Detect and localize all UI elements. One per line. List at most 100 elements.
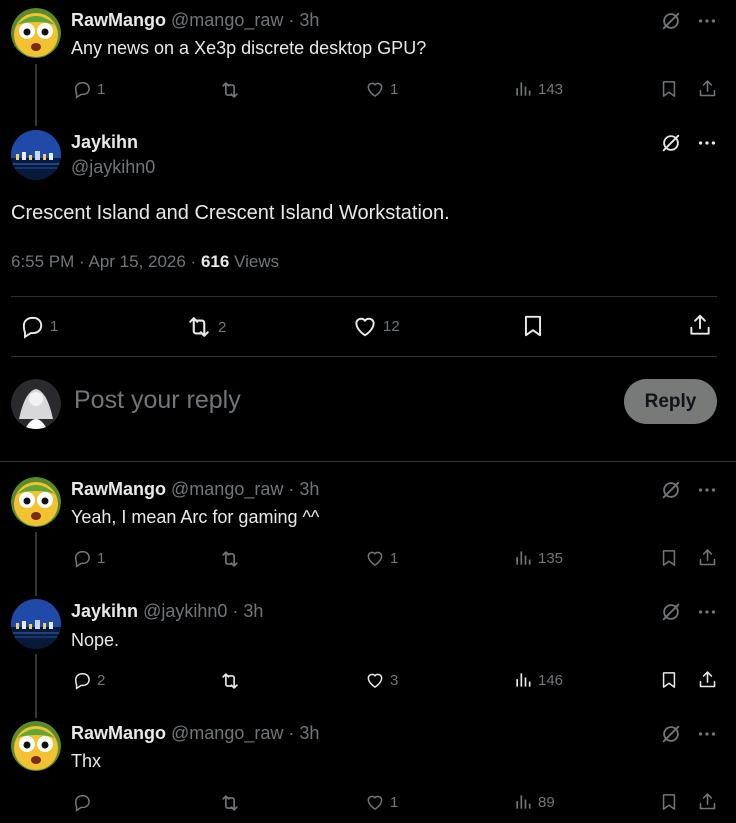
timestamp[interactable]: 3h <box>243 601 263 621</box>
thread-connector <box>35 64 37 126</box>
avatar[interactable] <box>11 721 61 771</box>
bookmark-button[interactable] <box>659 792 679 812</box>
author-handle[interactable]: @mango_raw <box>171 723 283 743</box>
post-header: Jaykihn @jaykihn0 · 3h <box>71 601 263 622</box>
reply-action[interactable]: 1 <box>72 79 105 99</box>
divider <box>11 356 717 357</box>
views-action[interactable]: 143 <box>513 79 563 99</box>
post-text: Thx <box>71 751 102 771</box>
post-header: RawMango @mango_raw · 3h <box>71 10 319 31</box>
reply-count: 2 <box>97 671 106 689</box>
separator: · <box>288 10 295 30</box>
repost-action[interactable] <box>219 670 246 692</box>
grok-icon[interactable] <box>660 723 682 745</box>
grok-icon[interactable] <box>660 479 682 501</box>
more-icon[interactable] <box>696 601 718 623</box>
post-menu <box>660 723 718 745</box>
timestamp[interactable]: 3h <box>299 10 319 30</box>
post-timestamp[interactable]: 6:55 PM · Apr 15, 2026 · <box>11 252 201 271</box>
author-handle[interactable]: @mango_raw <box>171 479 283 499</box>
like-count: 3 <box>390 671 399 689</box>
post-menu <box>660 10 718 32</box>
main-post-text: Crescent Island and Crescent Island Work… <box>11 202 450 224</box>
like-action[interactable]: 1 <box>365 79 398 99</box>
author-handle[interactable]: @jaykihn0 <box>143 601 227 621</box>
like-action[interactable]: 1 <box>365 792 398 812</box>
post-header: RawMango @mango_raw · 3h <box>71 723 319 744</box>
reply-action[interactable]: 2 <box>72 670 105 690</box>
post-text: Yeah, I mean Arc for gaming ^^ <box>71 507 320 527</box>
reply-action[interactable]: 1 <box>19 313 58 339</box>
more-icon[interactable] <box>696 479 718 501</box>
author-name[interactable]: RawMango <box>71 479 166 499</box>
share-button[interactable] <box>687 312 713 338</box>
views-action[interactable]: 89 <box>513 792 555 812</box>
thread-connector <box>35 532 37 596</box>
main-post-author-handle[interactable]: @jaykihn0 <box>71 157 155 178</box>
share-button[interactable] <box>697 547 718 568</box>
views-action[interactable]: 146 <box>513 670 563 690</box>
more-icon[interactable] <box>696 723 718 745</box>
my-avatar <box>11 379 61 429</box>
views-count: 135 <box>538 549 564 567</box>
bookmark-button[interactable] <box>520 313 546 339</box>
separator: · <box>288 479 295 499</box>
post-header: RawMango @mango_raw · 3h <box>71 479 319 500</box>
author-name[interactable]: Jaykihn <box>71 601 138 621</box>
bookmark-button[interactable] <box>659 670 679 690</box>
divider <box>0 461 736 462</box>
like-count: 1 <box>390 549 399 567</box>
like-action[interactable]: 3 <box>365 670 398 690</box>
reply-action[interactable]: 1 <box>72 548 105 568</box>
bookmark-button[interactable] <box>659 548 679 568</box>
share-button[interactable] <box>697 669 718 690</box>
repost-action[interactable] <box>219 792 246 814</box>
post-text: Nope. <box>71 630 120 650</box>
grok-icon[interactable] <box>660 10 682 32</box>
like-count: 1 <box>390 80 399 98</box>
views-count: 89 <box>538 793 555 811</box>
views-action[interactable]: 135 <box>513 548 563 568</box>
reply-button[interactable]: Reply <box>624 379 717 424</box>
main-post-author-name[interactable]: Jaykihn <box>71 132 138 153</box>
separator: · <box>232 601 239 621</box>
author-handle[interactable]: @mango_raw <box>171 10 283 30</box>
bookmark-button[interactable] <box>659 79 679 99</box>
author-name[interactable]: RawMango <box>71 10 166 30</box>
share-button[interactable] <box>697 78 718 99</box>
repost-action[interactable] <box>219 548 246 570</box>
like-count: 12 <box>383 317 400 335</box>
like-action[interactable]: 12 <box>352 313 400 339</box>
avatar[interactable] <box>11 477 61 527</box>
reply-action[interactable] <box>72 792 97 812</box>
like-count: 1 <box>390 793 399 811</box>
main-post-meta: 6:55 PM · Apr 15, 2026 · 616 Views <box>11 252 279 272</box>
timestamp[interactable]: 3h <box>299 479 319 499</box>
more-icon[interactable] <box>696 10 718 32</box>
reply-count: 1 <box>50 317 59 335</box>
post-menu <box>660 132 718 154</box>
more-icon[interactable] <box>696 132 718 154</box>
reply-count: 1 <box>97 549 106 567</box>
avatar[interactable] <box>11 130 61 180</box>
repost-action[interactable]: 2 <box>185 313 226 341</box>
reply-input[interactable]: Post your reply <box>74 386 241 415</box>
post-text: Any news on a Xe3p discrete desktop GPU? <box>71 38 427 58</box>
divider <box>11 296 717 297</box>
views-count: 616 <box>200 252 230 271</box>
grok-icon[interactable] <box>660 132 682 154</box>
avatar[interactable] <box>11 8 61 58</box>
author-name[interactable]: RawMango <box>71 723 166 743</box>
reply-count: 1 <box>97 80 106 98</box>
grok-icon[interactable] <box>660 601 682 623</box>
share-button[interactable] <box>697 791 718 812</box>
like-action[interactable]: 1 <box>365 548 398 568</box>
repost-action[interactable] <box>219 79 246 101</box>
post-menu <box>660 479 718 501</box>
separator: · <box>288 723 295 743</box>
avatar[interactable] <box>11 599 61 649</box>
post-menu <box>660 601 718 623</box>
views-count: 143 <box>538 80 564 98</box>
timestamp[interactable]: 3h <box>299 723 319 743</box>
thread-connector <box>35 654 37 718</box>
